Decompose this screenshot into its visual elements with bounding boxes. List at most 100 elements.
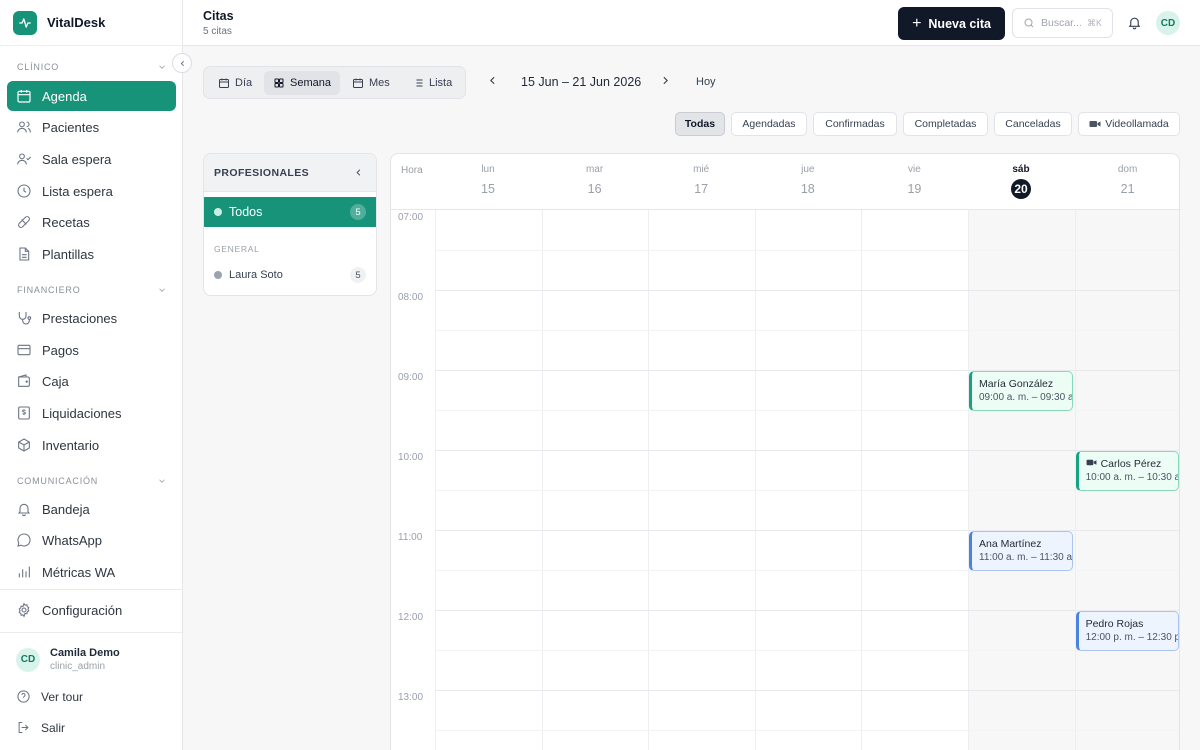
section-clinico[interactable]: CLÍNICO: [17, 62, 167, 72]
sidebar-item-recetas[interactable]: Recetas: [7, 207, 176, 237]
appointment-patient: Carlos Pérez: [1086, 458, 1179, 470]
appointment-time: 11:00 a. m. – 11:30 a. m.: [979, 552, 1073, 563]
sidebar-item-configuracion[interactable]: Configuración: [7, 595, 176, 625]
tour-link[interactable]: Ver tour: [16, 689, 83, 704]
sidebar-item-pagos[interactable]: Pagos: [7, 335, 176, 365]
appointment-event[interactable]: Pedro Rojas 12:00 p. m. – 12:30 p. m.: [1075, 611, 1179, 651]
filter-confirmadas[interactable]: Confirmadas: [813, 112, 897, 136]
sidebar-item-prestaciones[interactable]: Prestaciones: [7, 303, 176, 333]
day-header-vie[interactable]: vie 19: [861, 164, 967, 199]
tab-label: Lista: [429, 77, 453, 89]
tab-lista[interactable]: Lista: [403, 71, 461, 95]
appointment-event[interactable]: María González 09:00 a. m. – 09:30 a. m.: [969, 371, 1073, 411]
professional-all[interactable]: Todos 5: [204, 197, 376, 227]
chevron-left-icon[interactable]: [353, 167, 364, 178]
sidebar-item-sala-espera[interactable]: Sala espera: [7, 144, 176, 174]
appointment-patient: Pedro Rojas: [1086, 618, 1179, 630]
notifications-button[interactable]: [1127, 15, 1142, 35]
sidebar-item-label: Recetas: [42, 214, 90, 230]
day-header-dom[interactable]: dom 21: [1075, 164, 1179, 199]
sidebar-item-metricas-wa[interactable]: Métricas WA: [7, 557, 176, 587]
professional-label: Laura Soto: [229, 269, 283, 281]
sidebar-item-plantillas[interactable]: Plantillas: [7, 239, 176, 269]
appointment-name: Pedro Rojas: [1085, 618, 1144, 630]
day-header-mié[interactable]: mié 17: [648, 164, 754, 199]
search-input[interactable]: Buscar... ⌘K: [1012, 8, 1113, 38]
stethoscope-icon: [18, 312, 32, 325]
sidebar-item-label: Bandeja: [42, 501, 90, 517]
help-circle-icon: [17, 690, 30, 703]
day-header-lun[interactable]: lun 15: [435, 164, 541, 199]
receipt-dollar-icon: [18, 406, 30, 420]
filter-canceladas[interactable]: Canceladas: [994, 112, 1072, 136]
professional-group-title: GENERAL: [214, 244, 260, 254]
logout-link[interactable]: Salir: [16, 720, 65, 735]
filter-todas[interactable]: Todas: [675, 112, 725, 136]
sidebar-item-label: Caja: [42, 373, 69, 389]
package-icon: [18, 438, 30, 452]
tab-dia[interactable]: Día: [209, 71, 261, 95]
prev-week-button[interactable]: [486, 74, 499, 92]
hour-column-header: Hora: [401, 165, 423, 176]
chevron-down-icon: [159, 288, 165, 292]
section-financiero[interactable]: FINANCIERO: [17, 285, 167, 295]
user-profile[interactable]: CD Camila Demo clinic_admin: [16, 647, 120, 672]
user-name: Camila Demo: [50, 647, 120, 659]
search-placeholder: Buscar...: [1041, 17, 1082, 29]
sidebar-item-caja[interactable]: Caja: [7, 366, 176, 396]
professional-laura-soto[interactable]: Laura Soto 5: [204, 264, 376, 286]
sidebar-item-whatsapp[interactable]: WhatsApp: [7, 525, 176, 555]
day-header-jue[interactable]: jue 18: [755, 164, 861, 199]
appointment-time: 10:00 a. m. – 10:30 a. m.: [1085, 472, 1179, 483]
day-number-value: 15: [481, 182, 495, 196]
appointment-name: María González: [979, 378, 1054, 390]
avatar[interactable]: CD: [1156, 11, 1180, 35]
sidebar-item-label: Sala espera: [42, 151, 112, 167]
sidebar-item-bandeja[interactable]: Bandeja: [7, 494, 176, 524]
day-name: sáb: [1012, 164, 1030, 175]
tab-semana[interactable]: Semana: [264, 71, 340, 95]
hour-line: [435, 690, 1179, 691]
hour-label: 10:00: [398, 452, 424, 463]
sidebar-item-inventario[interactable]: Inventario: [7, 430, 176, 460]
next-week-button[interactable]: [659, 74, 672, 92]
sidebar-divider: [0, 589, 183, 590]
sidebar-item-pacientes[interactable]: Pacientes: [7, 112, 176, 142]
hour-label: 08:00: [398, 292, 424, 303]
day-header-sáb[interactable]: sáb 20: [968, 164, 1074, 199]
column-divider: [754, 210, 756, 750]
collapse-sidebar-button[interactable]: [172, 53, 192, 73]
calendar-grid[interactable]: 07:00 08:00 09:00 10:00 11:00 12:00 13:00 María…: [391, 210, 1179, 750]
sidebar-item-label: Métricas WA: [42, 564, 116, 580]
column-divider: [968, 210, 969, 750]
section-comunicacion[interactable]: COMUNICACIÓN: [17, 476, 167, 486]
day-name: jue: [801, 164, 815, 175]
sidebar-item-liquidaciones[interactable]: Liquidaciones: [7, 398, 176, 428]
day-header-mar[interactable]: mar 16: [542, 164, 648, 199]
bar-chart-icon: [18, 566, 30, 578]
wallet-icon: [18, 374, 30, 387]
appointment-event[interactable]: Ana Martínez 11:00 a. m. – 11:30 a. m.: [969, 531, 1073, 571]
half-hour-line: [435, 490, 1179, 491]
today-button[interactable]: Hoy: [696, 76, 716, 88]
day-number: 17: [648, 179, 754, 199]
tab-mes[interactable]: Mes: [343, 71, 399, 95]
sidebar-item-agenda[interactable]: Agenda: [7, 81, 176, 111]
sidebar-item-lista-espera[interactable]: Lista espera: [7, 176, 176, 206]
credit-card-icon: [17, 344, 31, 356]
new-appointment-button[interactable]: + Nueva cita: [898, 7, 1005, 40]
tab-label: Día: [235, 77, 253, 89]
search-shortcut: ⌘K: [1086, 17, 1102, 28]
appointment-event[interactable]: Carlos Pérez 10:00 a. m. – 10:30 a. m.: [1075, 451, 1179, 491]
filter-videollamada[interactable]: Videollamada: [1078, 112, 1180, 136]
bell-icon: [1128, 17, 1141, 30]
day-name: vie: [907, 164, 921, 175]
brand[interactable]: VitalDesk: [0, 0, 182, 46]
filter-agendadas[interactable]: Agendadas: [731, 112, 807, 136]
pill-icon: [18, 216, 30, 228]
sidebar-item-label: Plantillas: [42, 246, 95, 262]
calendar-header: Hora lun 15 mar 16 mié 17 jue 18 vie 19 sáb 20 dom 21: [391, 154, 1179, 210]
calendar-icon: [17, 90, 31, 103]
filter-completadas[interactable]: Completadas: [903, 112, 988, 136]
column-divider: [861, 210, 863, 750]
